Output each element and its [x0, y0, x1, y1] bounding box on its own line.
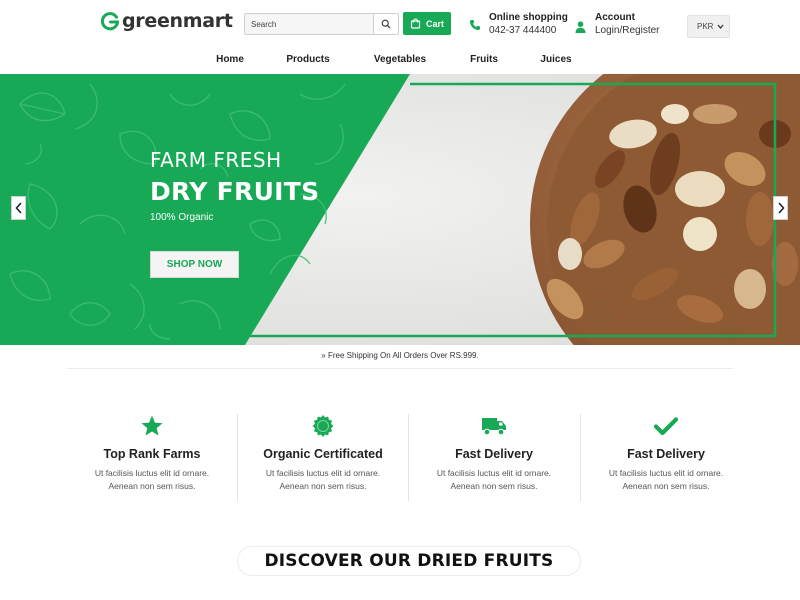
- chevron-down-icon: [717, 24, 724, 30]
- checkmark-icon: [654, 417, 678, 436]
- feature-text-line: Aenean non sem risus.: [622, 481, 710, 491]
- feature-organic-certificated: Organic Certificated Ut facilisis luctus…: [237, 412, 409, 493]
- feature-description: Ut facilisis luctus elit id ornare. Aene…: [408, 467, 580, 493]
- feature-text-line: Ut facilisis luctus elit id ornare.: [94, 468, 210, 478]
- discover-section-title: DISCOVER OUR DRIED FRUITS: [237, 546, 581, 576]
- shipping-notice: » Free Shipping On All Orders Over RS.99…: [321, 351, 479, 360]
- feature-text-line: Ut facilisis luctus elit id ornare.: [265, 468, 381, 478]
- search-button[interactable]: [373, 14, 398, 34]
- feature-text-line: Ut facilisis luctus elit id ornare.: [608, 468, 724, 478]
- currency-value: PKR: [697, 22, 714, 31]
- slider-next-button[interactable]: [773, 196, 788, 220]
- hero-subtitle: 100% Organic: [150, 212, 214, 223]
- hero-title: DRY FRUITS: [150, 177, 320, 206]
- shopping-bag-icon: [410, 18, 421, 29]
- feature-fast-delivery: Fast Delivery Ut facilisis luctus elit i…: [408, 412, 580, 493]
- search-bar: [244, 13, 399, 35]
- logo-g-icon: [100, 12, 120, 31]
- feature-text-line: Ut facilisis luctus elit id ornare.: [436, 468, 552, 478]
- account-title: Account: [595, 12, 635, 23]
- hero-background: [0, 74, 800, 345]
- nav-item-juices[interactable]: Juices: [540, 54, 571, 65]
- nav-item-fruits[interactable]: Fruits: [470, 54, 498, 65]
- feature-text-line: Aenean non sem risus.: [279, 481, 367, 491]
- login-register-link[interactable]: Login/Register: [595, 25, 659, 36]
- nav-item-products[interactable]: Products: [286, 54, 329, 65]
- chevron-left-icon: [14, 202, 22, 214]
- section-divider: [67, 368, 733, 369]
- feature-description: Ut facilisis luctus elit id ornare. Aene…: [66, 467, 238, 493]
- hero-banner: FARM FRESH DRY FRUITS 100% Organic SHOP …: [0, 74, 800, 345]
- search-input[interactable]: [245, 14, 375, 34]
- feature-text-line: Aenean non sem risus.: [450, 481, 538, 491]
- contact-phone[interactable]: 042-37 444400: [489, 25, 568, 36]
- cart-label: Cart: [425, 18, 444, 29]
- contact-title: Online shopping: [489, 12, 568, 23]
- truck-icon: [482, 418, 506, 436]
- logo-text: greenmart: [122, 10, 233, 32]
- contact-info: Online shopping 042-37 444400: [469, 12, 568, 36]
- feature-text-line: Aenean non sem risus.: [108, 481, 196, 491]
- feature-title: Fast Delivery: [455, 447, 533, 461]
- certificate-badge-icon: [312, 415, 334, 437]
- feature-title: Fast Delivery: [627, 447, 705, 461]
- nav-item-vegetables[interactable]: Vegetables: [374, 54, 426, 65]
- chevron-right-icon: [777, 202, 785, 214]
- cart-button[interactable]: Cart: [403, 12, 451, 35]
- search-icon: [381, 19, 391, 29]
- account-info: Account Login/Register: [575, 12, 659, 36]
- feature-top-rank-farms: Top Rank Farms Ut facilisis luctus elit …: [66, 412, 238, 493]
- user-icon: [575, 21, 586, 33]
- currency-select[interactable]: PKR: [687, 15, 730, 38]
- slider-prev-button[interactable]: [11, 196, 26, 220]
- phone-icon: [470, 20, 480, 30]
- feature-title: Top Rank Farms: [103, 447, 201, 461]
- feature-fast-delivery-2: Fast Delivery Ut facilisis luctus elit i…: [580, 412, 752, 493]
- nav-item-home[interactable]: Home: [216, 54, 244, 65]
- site-header: greenmart Cart Online shopping 042-37 44…: [0, 0, 800, 48]
- feature-description: Ut facilisis luctus elit id ornare. Aene…: [580, 467, 752, 493]
- hero-tagline: FARM FRESH: [150, 148, 282, 172]
- shop-now-button[interactable]: SHOP NOW: [150, 251, 239, 278]
- feature-title: Organic Certificated: [263, 447, 383, 461]
- logo[interactable]: greenmart: [100, 10, 233, 32]
- star-icon: [141, 415, 163, 436]
- main-nav: Home Products Vegetables Fruits Juices: [0, 48, 800, 74]
- feature-description: Ut facilisis luctus elit id ornare. Aene…: [237, 467, 409, 493]
